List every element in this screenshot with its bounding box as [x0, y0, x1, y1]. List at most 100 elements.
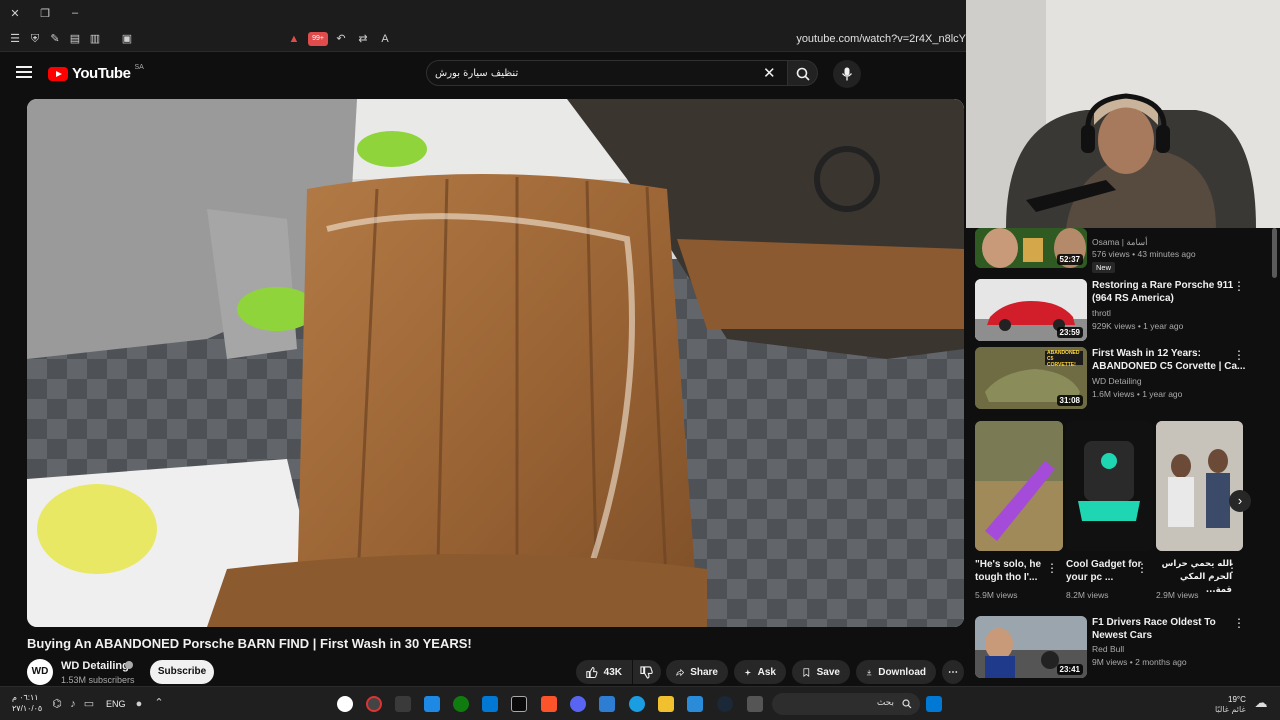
- video-title-link[interactable]: First Wash in 12 Years: ABANDONED C5 Cor…: [1092, 347, 1252, 373]
- discord-icon[interactable]: [570, 696, 586, 712]
- brave-browser-icon[interactable]: [541, 696, 557, 712]
- share-button[interactable]: Share: [666, 660, 728, 684]
- more-options-icon[interactable]: ⋮: [1046, 561, 1058, 575]
- ad-blocker-badge[interactable]: 99+: [308, 32, 328, 46]
- microphone-tray-icon[interactable]: ●: [132, 697, 146, 711]
- webcam-image: [966, 0, 1280, 228]
- network-icon[interactable]: ⌬: [50, 697, 64, 711]
- weather-temperature[interactable]: 19°C: [1228, 695, 1246, 704]
- system-clock[interactable]: ٠٦:١١ م ٢٧/١٠/٠٥: [12, 692, 42, 714]
- store-icon[interactable]: [599, 696, 615, 712]
- url-bar[interactable]: youtube.com/watch?v=2r4X_n8lcY: [796, 33, 966, 45]
- more-options-icon[interactable]: ⋮: [1226, 561, 1238, 575]
- channel-avatar[interactable]: WD: [27, 659, 53, 685]
- app-icon[interactable]: [395, 696, 411, 712]
- more-actions-button[interactable]: ⋯: [942, 660, 964, 684]
- short-title[interactable]: Cool Gadget for your pc ...: [1066, 558, 1142, 584]
- thumbnail-label: ABANDONED C5 CORVETTE!: [1047, 350, 1080, 368]
- video-channel[interactable]: WD Detailing: [1092, 376, 1142, 386]
- weather-description: غائم غالبًا: [1215, 705, 1246, 714]
- like-button[interactable]: 43K: [576, 660, 632, 684]
- start-windows-icon[interactable]: [926, 696, 942, 712]
- voice-search-button[interactable]: [833, 60, 861, 88]
- browser-toolbar: ☰ ⛨ ✎ ▤ ▥ ▣ ▲ 99+ ↶ ⇄ A youtube.com/watc…: [0, 28, 966, 52]
- close-window-icon[interactable]: ✕: [8, 7, 22, 21]
- video-duration: 52:37: [1056, 254, 1083, 265]
- save-label: Save: [816, 666, 840, 678]
- guide-menu-icon[interactable]: [16, 66, 32, 78]
- terminal-icon[interactable]: [511, 696, 527, 712]
- clock-time: ٠٦:١١ م: [12, 693, 39, 702]
- save-button[interactable]: Save: [792, 660, 850, 684]
- subscribe-button[interactable]: Subscribe: [150, 660, 214, 684]
- app-icon[interactable]: [747, 696, 763, 712]
- more-options-icon[interactable]: ⋮: [1233, 279, 1245, 293]
- extensions-icon[interactable]: ✎: [48, 32, 62, 46]
- video-title: Buying An ABANDONED Porsche BARN FIND | …: [27, 636, 472, 651]
- brave-rewards-icon[interactable]: ▲: [287, 32, 301, 46]
- translate-icon[interactable]: A: [378, 32, 392, 46]
- video-title-link[interactable]: Restoring a Rare Porsche 911 (964 RS Ame…: [1092, 279, 1252, 305]
- thumbs-up-icon: [586, 666, 598, 678]
- video-channel[interactable]: Osama | أسامة: [1092, 237, 1148, 248]
- thumbs-down-icon: [640, 665, 653, 679]
- back-icon[interactable]: ↶: [334, 32, 348, 46]
- video-channel[interactable]: Red Bull: [1092, 644, 1124, 654]
- short-thumbnail[interactable]: [975, 421, 1063, 551]
- short-thumbnail[interactable]: [1066, 421, 1153, 551]
- channel-name[interactable]: WD Detailing: [61, 660, 129, 672]
- short-thumbnail[interactable]: [1156, 421, 1243, 551]
- video-channel[interactable]: throtl: [1092, 308, 1111, 318]
- video-thumbnail[interactable]: 52:37: [975, 228, 1087, 268]
- video-title-link[interactable]: F1 Drivers Race Oldest To Newest Cars: [1092, 616, 1232, 642]
- ask-label: Ask: [757, 666, 776, 678]
- file-explorer-icon[interactable]: [658, 696, 674, 712]
- volume-icon[interactable]: ♪: [66, 697, 80, 711]
- ask-button[interactable]: Ask: [734, 660, 786, 684]
- short-title[interactable]: "He's solo, he tough tho I'...: [975, 558, 1051, 584]
- search-button[interactable]: [788, 60, 818, 86]
- video-thumbnail[interactable]: 23:41: [975, 616, 1087, 678]
- thumbnail-image: [1156, 421, 1243, 551]
- steam-icon[interactable]: [717, 696, 733, 712]
- scrollbar[interactable]: [1272, 228, 1277, 278]
- window-icon[interactable]: [424, 696, 440, 712]
- dislike-button[interactable]: [633, 660, 661, 684]
- minimize-window-icon[interactable]: –: [68, 6, 82, 20]
- cloud-icon[interactable]: ☁: [1252, 696, 1270, 712]
- clear-search-icon[interactable]: ✕: [763, 64, 776, 82]
- tabs-icon[interactable]: ▤: [68, 32, 82, 46]
- chevron-right-icon[interactable]: ›: [1229, 490, 1251, 512]
- search-input[interactable]: [435, 66, 735, 80]
- webcam-overlay: [966, 0, 1280, 228]
- restore-window-icon[interactable]: ❐: [38, 7, 52, 21]
- thumbnail-image: [975, 421, 1063, 551]
- share-page-icon[interactable]: ⇄: [356, 32, 370, 46]
- cortana-icon[interactable]: [337, 696, 353, 712]
- youtube-logo[interactable]: YouTube SA: [48, 64, 144, 82]
- download-button[interactable]: Download: [856, 660, 936, 684]
- battery-icon[interactable]: ▭: [82, 697, 96, 711]
- show-hidden-icons[interactable]: ⌃: [152, 696, 166, 710]
- xbox-icon[interactable]: [453, 696, 469, 712]
- short-views: 5.9M views: [975, 590, 1018, 600]
- video-thumbnail[interactable]: ABANDONED C5 CORVETTE! 31:08: [975, 347, 1087, 409]
- short-views: 2.9M views: [1156, 590, 1199, 600]
- country-code: SA: [134, 64, 144, 71]
- hamburger-menu-icon[interactable]: ☰: [8, 32, 22, 46]
- sidebar-icon[interactable]: ▥: [88, 32, 102, 46]
- edge-icon[interactable]: [629, 696, 645, 712]
- input-language[interactable]: ENG: [106, 699, 126, 709]
- taskbar-search[interactable]: بحث: [772, 693, 920, 715]
- video-thumbnail[interactable]: 23:59: [975, 279, 1087, 341]
- share-icon: [676, 668, 685, 676]
- screenshot-icon[interactable]: ▣: [120, 32, 134, 46]
- video-player[interactable]: [27, 99, 964, 627]
- app-icon[interactable]: [687, 696, 703, 712]
- more-options-icon[interactable]: ⋮: [1136, 561, 1148, 575]
- app-icon[interactable]: [482, 696, 498, 712]
- more-options-icon[interactable]: ⋮: [1233, 616, 1245, 630]
- shield-icon[interactable]: ⛨: [28, 32, 42, 46]
- more-options-icon[interactable]: ⋮: [1233, 348, 1245, 362]
- obs-icon[interactable]: [366, 696, 382, 712]
